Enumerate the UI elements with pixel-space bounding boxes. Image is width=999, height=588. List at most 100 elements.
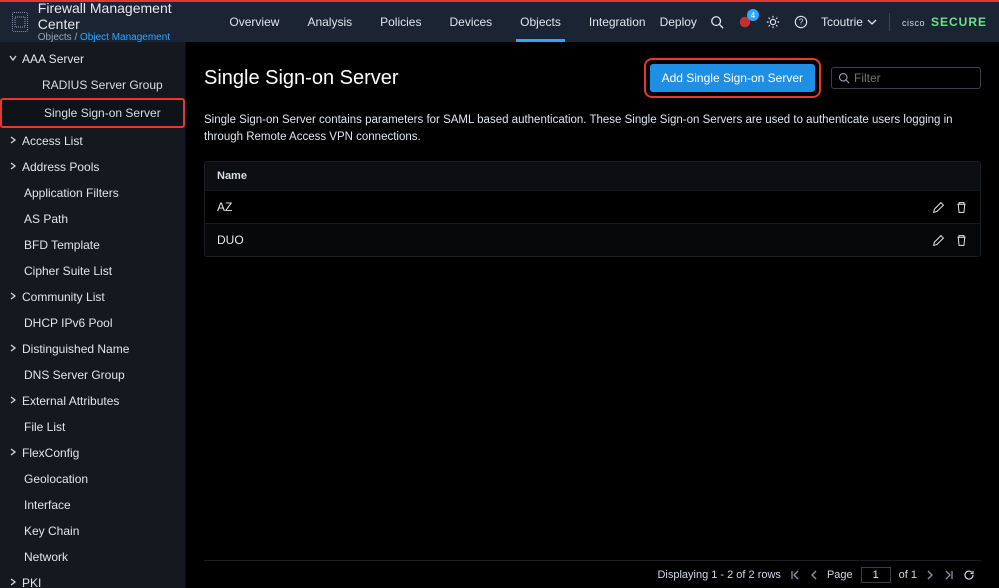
sidebar-item-label: Single Sign-on Server — [44, 106, 161, 120]
page-title: Single Sign-on Server — [204, 67, 399, 90]
gear-icon[interactable] — [765, 14, 781, 30]
sidebar-item-single-sign-on-server[interactable]: Single Sign-on Server — [0, 98, 185, 128]
row-actions — [932, 234, 968, 247]
app-header: Firewall Management Center Objects / Obj… — [0, 2, 999, 42]
sidebar-item-label: Community List — [22, 290, 105, 304]
user-name: Tcoutrie — [821, 15, 863, 29]
deploy-link[interactable]: Deploy — [660, 15, 697, 29]
sidebar-item-label: PKI — [22, 576, 41, 588]
sidebar-item-distinguished-name[interactable]: Distinguished Name — [0, 336, 185, 362]
page-label: Page — [827, 569, 853, 581]
svg-text:?: ? — [799, 18, 804, 27]
nav-overview[interactable]: Overview — [215, 2, 293, 42]
sidebar-item-file-list[interactable]: File List — [0, 414, 185, 440]
sidebar-item-network[interactable]: Network — [0, 544, 185, 570]
nav-analysis[interactable]: Analysis — [293, 2, 366, 42]
sso-table: Name AZ DUO — [204, 161, 981, 257]
refresh-icon[interactable] — [963, 569, 975, 581]
sidebar-item-access-list[interactable]: Access List — [0, 128, 185, 154]
trash-icon[interactable] — [955, 234, 968, 247]
page-last-icon[interactable] — [943, 569, 955, 581]
sidebar-item-label: DHCP IPv6 Pool — [24, 316, 112, 330]
search-icon — [838, 72, 850, 84]
app-title: Firewall Management Center — [38, 1, 176, 32]
sidebar-item-community-list[interactable]: Community List — [0, 284, 185, 310]
sidebar-item-bfd-template[interactable]: BFD Template — [0, 232, 185, 258]
chevron-icon — [8, 577, 18, 587]
chevron-icon — [8, 447, 18, 457]
sidebar-item-label: AS Path — [24, 212, 68, 226]
sidebar-item-application-filters[interactable]: Application Filters — [0, 180, 185, 206]
sidebar-item-label: Distinguished Name — [22, 342, 129, 356]
sidebar-item-key-chain[interactable]: Key Chain — [0, 518, 185, 544]
app-logo[interactable] — [12, 12, 28, 32]
chevron-icon — [8, 161, 18, 171]
brand-secure: SECURE — [931, 15, 987, 29]
sidebar-item-label: RADIUS Server Group — [42, 78, 163, 92]
page-input[interactable] — [861, 567, 891, 583]
search-icon[interactable] — [709, 14, 725, 30]
nav-policies[interactable]: Policies — [366, 2, 435, 42]
sidebar-item-label: Interface — [24, 498, 71, 512]
add-sso-server-button[interactable]: Add Single Sign-on Server — [650, 64, 815, 92]
table-footer: Displaying 1 - 2 of 2 rows Page of 1 — [204, 560, 981, 588]
breadcrumb-root[interactable]: Objects — [38, 32, 72, 43]
nav-integration[interactable]: Integration — [575, 2, 660, 42]
page-next-icon[interactable] — [925, 569, 935, 581]
sidebar-item-label: BFD Template — [24, 238, 100, 252]
add-button-callout: Add Single Sign-on Server — [644, 58, 821, 98]
row-actions — [932, 201, 968, 214]
chevron-icon — [8, 291, 18, 301]
sidebar-item-dhcp-ipv6-pool[interactable]: DHCP IPv6 Pool — [0, 310, 185, 336]
sidebar-item-label: File List — [24, 420, 65, 434]
chevron-icon — [8, 135, 18, 145]
main-content: Single Sign-on Server Add Single Sign-on… — [186, 42, 999, 588]
sidebar-item-pki[interactable]: PKI — [0, 570, 185, 588]
row-name: AZ — [217, 200, 932, 214]
edit-icon[interactable] — [932, 201, 945, 214]
sidebar-item-as-path[interactable]: AS Path — [0, 206, 185, 232]
page-of-label: of 1 — [899, 569, 917, 581]
row-summary: Displaying 1 - 2 of 2 rows — [657, 569, 781, 581]
sidebar-item-flexconfig[interactable]: FlexConfig — [0, 440, 185, 466]
trash-icon[interactable] — [955, 201, 968, 214]
sidebar-item-geolocation[interactable]: Geolocation — [0, 466, 185, 492]
sidebar-item-label: Cipher Suite List — [24, 264, 112, 278]
user-menu[interactable]: Tcoutrie — [821, 15, 877, 29]
sidebar-item-cipher-suite-list[interactable]: Cipher Suite List — [0, 258, 185, 284]
sidebar-item-label: FlexConfig — [22, 446, 79, 460]
sidebar-item-interface[interactable]: Interface — [0, 492, 185, 518]
sidebar-item-aaa-server[interactable]: AAA Server — [0, 46, 185, 72]
page-prev-icon[interactable] — [809, 569, 819, 581]
help-icon[interactable]: ? — [793, 14, 809, 30]
filter-box[interactable] — [831, 67, 981, 89]
filter-input[interactable] — [854, 71, 974, 85]
sidebar-item-radius-server-group[interactable]: RADIUS Server Group — [0, 72, 185, 98]
chevron-icon — [8, 343, 18, 353]
sidebar-item-label: Address Pools — [22, 160, 99, 174]
page-first-icon[interactable] — [789, 569, 801, 581]
top-nav: Overview Analysis Policies Devices Objec… — [215, 2, 659, 42]
sidebar-item-address-pools[interactable]: Address Pools — [0, 154, 185, 180]
breadcrumb: Objects / Object Management — [38, 32, 176, 43]
header-divider — [889, 13, 890, 31]
edit-icon[interactable] — [932, 234, 945, 247]
brand-logo: cisco SECURE — [902, 15, 987, 29]
sidebar-item-label: Geolocation — [24, 472, 88, 486]
sidebar-item-label: External Attributes — [22, 394, 119, 408]
notification-badge: 4 — [747, 9, 759, 21]
breadcrumb-current[interactable]: Object Management — [80, 32, 170, 43]
table-header-name: Name — [205, 162, 980, 190]
sidebar-item-label: Key Chain — [24, 524, 79, 538]
row-name: DUO — [217, 233, 932, 247]
sidebar-item-dns-server-group[interactable]: DNS Server Group — [0, 362, 185, 388]
chevron-icon — [8, 395, 18, 405]
sidebar-item-label: Network — [24, 550, 68, 564]
nav-objects[interactable]: Objects — [506, 2, 575, 42]
notifications-icon[interactable]: 4 — [737, 14, 753, 30]
sidebar-item-label: AAA Server — [22, 52, 84, 66]
table-row[interactable]: AZ — [205, 190, 980, 223]
nav-devices[interactable]: Devices — [435, 2, 506, 42]
sidebar-item-external-attributes[interactable]: External Attributes — [0, 388, 185, 414]
table-row[interactable]: DUO — [205, 223, 980, 256]
